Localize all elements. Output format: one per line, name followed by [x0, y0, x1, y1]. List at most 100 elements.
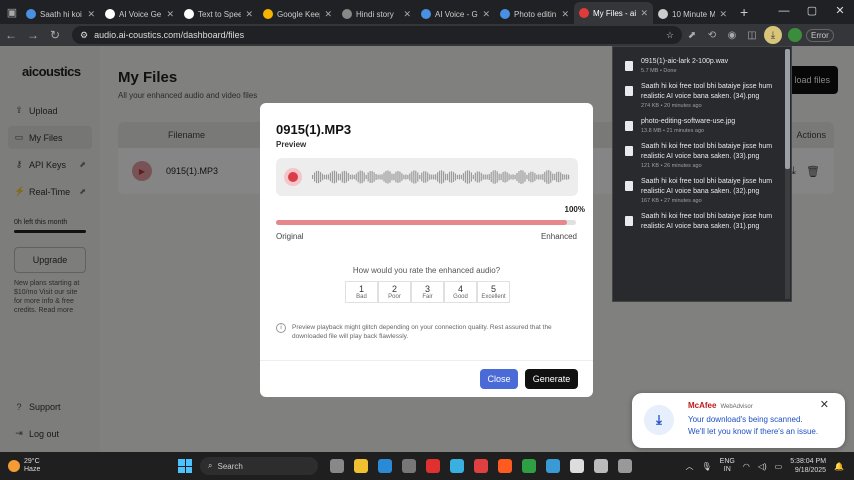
taskbar-app-icon[interactable]: [594, 459, 608, 473]
tab-label: Photo editin: [514, 9, 557, 19]
downloads-icon[interactable]: ⤓: [764, 26, 782, 44]
dialog-title: 0915(1).MP3: [276, 122, 352, 137]
taskbar-app-icon[interactable]: [402, 459, 416, 473]
extension-icon[interactable]: ⟲: [702, 26, 722, 44]
wifi-icon[interactable]: ◠: [743, 462, 750, 471]
taskbar-app-icon[interactable]: [570, 459, 584, 473]
site-info-icon[interactable]: ⚙: [80, 30, 88, 41]
download-item[interactable]: Saath hi koi free tool bhi bataiye jisse…: [613, 138, 783, 173]
browser-tab[interactable]: Hindi story ✕: [337, 4, 416, 24]
tab-close-icon[interactable]: ✕: [245, 9, 253, 20]
rating-option-5[interactable]: 5 Excellent: [477, 281, 510, 303]
tab-label: AI Voice - Go: [435, 9, 479, 19]
browser-tab[interactable]: 10 Minute M ✕: [653, 4, 732, 24]
taskbar-app-icon[interactable]: [474, 459, 488, 473]
tab-label: Google Keep: [277, 9, 321, 19]
taskbar-app-icon[interactable]: [426, 459, 440, 473]
download-item[interactable]: 0915(1)-aic-lark 2-100p.wav 5.7 MB • Done: [613, 53, 783, 78]
tab-close-icon[interactable]: ✕: [87, 9, 95, 20]
volume-icon[interactable]: ◁): [758, 462, 767, 471]
mix-slider[interactable]: [276, 220, 576, 225]
toast-close-icon[interactable]: ✕: [820, 398, 829, 411]
scrollbar-thumb[interactable]: [785, 49, 790, 169]
error-badge[interactable]: Error: [806, 28, 834, 42]
mix-slider-fill: [276, 220, 567, 225]
rating-option-2[interactable]: 2 Poor: [378, 281, 411, 303]
browser-tab[interactable]: Photo editin ✕: [495, 4, 574, 24]
clock-time: 5:38:04 PM: [790, 458, 827, 465]
close-button[interactable]: Close: [480, 369, 518, 389]
minimize-icon[interactable]: —: [770, 0, 798, 22]
start-windows-icon[interactable]: [178, 459, 192, 473]
play-button[interactable]: [284, 168, 302, 186]
address-bar[interactable]: ⚙ audio.ai-coustics.com/dashboard/files …: [72, 26, 682, 44]
rating-option-1[interactable]: 1 Bad: [345, 281, 378, 303]
browser-tab[interactable]: My Files - aic ✕: [574, 2, 653, 24]
download-item[interactable]: photo-editing-software-use.jpg 13.8 MB • …: [613, 113, 783, 138]
taskbar-app-icon[interactable]: [498, 459, 512, 473]
download-item[interactable]: Saath hi koi free tool bhi bataiye jisse…: [613, 208, 783, 237]
browser-tab[interactable]: AI Voice - Go ✕: [416, 4, 495, 24]
extensions-puzzle-icon[interactable]: ◫: [742, 26, 762, 44]
close-window-icon[interactable]: ✕: [826, 0, 854, 22]
taskbar-app-icon[interactable]: [522, 459, 536, 473]
tray-chevron-icon[interactable]: ︿: [686, 461, 694, 472]
downloads-list: 0915(1)-aic-lark 2-100p.wav 5.7 MB • Done…: [613, 47, 791, 237]
mcafee-notification[interactable]: ⤓ McAfee WebAdvisor Your download's being…: [632, 393, 845, 448]
tab-close-icon[interactable]: ✕: [403, 9, 411, 20]
profile-avatar[interactable]: [788, 28, 802, 42]
language-indicator[interactable]: ENG IN: [720, 458, 735, 474]
rating-option-4[interactable]: 4 Good: [444, 281, 477, 303]
url-text: audio.ai-coustics.com/dashboard/files: [94, 30, 245, 40]
downloads-scrollbar[interactable]: [785, 49, 790, 299]
tab-close-icon[interactable]: ✕: [640, 8, 648, 19]
download-filename: Saath hi koi free tool bhi bataiye jisse…: [641, 83, 773, 100]
tab-close-icon[interactable]: ✕: [324, 9, 332, 20]
tab-close-icon[interactable]: ✕: [166, 9, 174, 20]
slider-label-original: Original: [276, 232, 304, 241]
toast-brand: McAfee WebAdvisor: [688, 401, 753, 410]
taskbar-app-icon[interactable]: [450, 459, 464, 473]
browser-tab[interactable]: AI Voice Ge ✕: [100, 4, 179, 24]
taskbar-app-icon[interactable]: [330, 459, 344, 473]
tab-close-icon[interactable]: ✕: [482, 9, 490, 20]
rating-options: 1 Bad 2 Poor 3 Fair 4 Good 5 Excellent: [345, 281, 510, 303]
toast-sub-brand: WebAdvisor: [720, 404, 753, 410]
dialog-divider: [260, 360, 593, 361]
tab-close-icon[interactable]: ✕: [561, 9, 569, 20]
weather-widget[interactable]: 29°C Haze: [8, 458, 158, 474]
tab-search-icon[interactable]: ▣: [3, 3, 21, 21]
extension-icon[interactable]: ◉: [722, 26, 742, 44]
file-icon: [625, 181, 633, 191]
reload-icon[interactable]: ↻: [44, 28, 66, 42]
maximize-icon[interactable]: ▢: [798, 0, 826, 22]
download-item[interactable]: Saath hi koi free tool bhi bataiye jisse…: [613, 78, 783, 113]
browser-tab[interactable]: Saath hi koi ✕: [21, 4, 100, 24]
lang-code: ENG: [719, 458, 735, 465]
back-icon[interactable]: ←: [0, 28, 22, 42]
clock[interactable]: 5:38:04 PM 9/18/2025: [790, 457, 826, 475]
browser-tab[interactable]: Google Keep ✕: [258, 4, 337, 24]
generate-button[interactable]: Generate: [525, 369, 578, 389]
new-tab-icon[interactable]: +: [740, 4, 748, 20]
browser-tab-strip: ▣ Saath hi koi ✕ AI Voice Ge ✕ Text to Spee ✕…: [0, 0, 854, 24]
notifications-bell-icon[interactable]: 🔔: [834, 462, 844, 471]
bookmark-star-icon[interactable]: ☆: [666, 30, 674, 41]
tray-mic-icon[interactable]: 🎙: [702, 462, 712, 471]
taskbar-app-icon[interactable]: [618, 459, 632, 473]
taskbar-app-icon[interactable]: [546, 459, 560, 473]
audio-player: [276, 158, 578, 196]
download-item[interactable]: Saath hi koi free tool bhi bataiye jisse…: [613, 173, 783, 208]
taskbar-search[interactable]: ⌕ Search: [200, 457, 318, 475]
waveform[interactable]: [312, 166, 570, 188]
taskbar-app-icon[interactable]: [378, 459, 392, 473]
taskbar-app-icon[interactable]: [354, 459, 368, 473]
extension-icon[interactable]: ⬈: [682, 26, 702, 44]
notice-text: Preview playback might glitch depending …: [292, 324, 552, 340]
forward-icon[interactable]: →: [22, 28, 44, 42]
tab-close-icon[interactable]: ✕: [719, 9, 727, 20]
browser-tab[interactable]: Text to Spee ✕: [179, 4, 258, 24]
rating-option-3[interactable]: 3 Fair: [411, 281, 444, 303]
battery-icon[interactable]: ▭: [775, 462, 783, 471]
clock-date: 9/18/2025: [794, 467, 827, 474]
